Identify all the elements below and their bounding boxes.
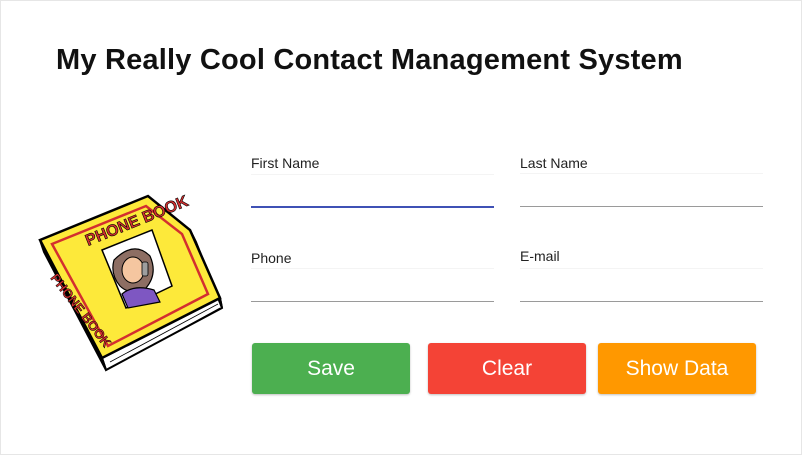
save-button[interactable]: Save bbox=[252, 343, 410, 394]
last-name-input[interactable] bbox=[520, 173, 763, 207]
show-data-button[interactable]: Show Data bbox=[598, 343, 756, 394]
phone-book-image: PHONE BOOK PHONE BOOK bbox=[38, 193, 224, 372]
first-name-label: First Name bbox=[251, 155, 320, 171]
first-name-input[interactable] bbox=[251, 174, 494, 208]
phone-input[interactable] bbox=[251, 268, 494, 302]
clear-button[interactable]: Clear bbox=[428, 343, 586, 394]
last-name-label: Last Name bbox=[520, 155, 588, 171]
email-input[interactable] bbox=[520, 268, 763, 302]
phone-label: Phone bbox=[251, 250, 292, 266]
email-label: E-mail bbox=[520, 248, 560, 264]
page-title: My Really Cool Contact Management System bbox=[56, 44, 683, 76]
